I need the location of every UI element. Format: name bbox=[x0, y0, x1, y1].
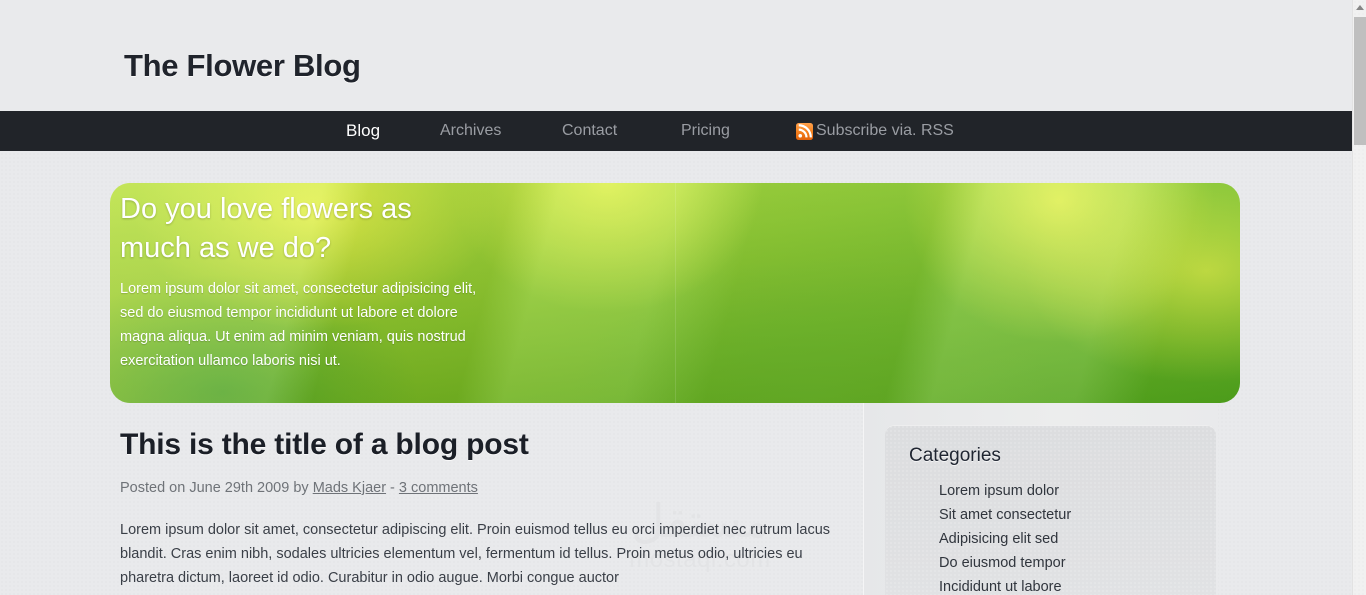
list-item[interactable]: Do eiusmod tempor bbox=[939, 551, 1071, 575]
list-item[interactable]: Incididunt ut labore bbox=[939, 575, 1071, 595]
nav-item-subscribe-rss[interactable]: Subscribe via. RSS bbox=[796, 111, 954, 151]
scroll-up-arrow-icon[interactable] bbox=[1353, 0, 1366, 15]
post-column: This is the title of a blog post Posted … bbox=[120, 403, 850, 590]
categories-list: Lorem ipsum dolor Sit amet consectetur A… bbox=[939, 479, 1071, 595]
nav-rss-label: Subscribe via. RSS bbox=[816, 122, 954, 139]
post-author-link[interactable]: Mads Kjaer bbox=[313, 480, 386, 496]
hero-banner: Do you love flowers as much as we do? Lo… bbox=[110, 183, 1240, 403]
post-body: Lorem ipsum dolor sit amet, consectetur … bbox=[120, 522, 831, 586]
categories-widget-title: Categories bbox=[909, 445, 1001, 466]
hero-content: Do you love flowers as much as we do? Lo… bbox=[120, 190, 520, 373]
site-title: The Flower Blog bbox=[124, 48, 361, 83]
nav-item-pricing[interactable]: Pricing bbox=[681, 111, 730, 151]
nav-item-blog[interactable]: Blog bbox=[346, 111, 380, 151]
page-viewport: The Flower Blog Blog Archives Contact Pr… bbox=[0, 0, 1352, 595]
hero-image-seam bbox=[675, 183, 676, 403]
nav-item-contact[interactable]: Contact bbox=[562, 111, 617, 151]
content-area: This is the title of a blog post Posted … bbox=[0, 403, 1352, 595]
post-comments-link[interactable]: 3 comments bbox=[399, 480, 478, 496]
nav-item-archives[interactable]: Archives bbox=[440, 111, 501, 151]
list-item[interactable]: Lorem ipsum dolor bbox=[939, 479, 1071, 503]
scrollbar-thumb[interactable] bbox=[1354, 17, 1366, 145]
main-navigation: Blog Archives Contact Pricing Subscribe … bbox=[0, 111, 1352, 151]
post-meta-separator: - bbox=[386, 480, 399, 496]
hero-body-text: Lorem ipsum dolor sit amet, consectetur … bbox=[120, 281, 477, 369]
post-meta-prefix: Posted on June 29th 2009 by bbox=[120, 480, 313, 496]
post-title: This is the title of a blog post bbox=[120, 428, 529, 461]
nav-inner: Blog Archives Contact Pricing Subscribe … bbox=[0, 111, 1352, 151]
vertical-scrollbar[interactable] bbox=[1352, 0, 1366, 595]
post-meta: Posted on June 29th 2009 by Mads Kjaer -… bbox=[120, 480, 850, 496]
list-item[interactable]: Adipisicing elit sed bbox=[939, 527, 1071, 551]
site-header: The Flower Blog bbox=[0, 0, 1352, 111]
categories-widget: Categories Lorem ipsum dolor Sit amet co… bbox=[885, 425, 1216, 595]
sidebar: Categories Lorem ipsum dolor Sit amet co… bbox=[863, 403, 1218, 595]
rss-icon bbox=[796, 122, 813, 140]
hero-title: Do you love flowers as much as we do? bbox=[120, 193, 412, 264]
list-item[interactable]: Sit amet consectetur bbox=[939, 503, 1071, 527]
